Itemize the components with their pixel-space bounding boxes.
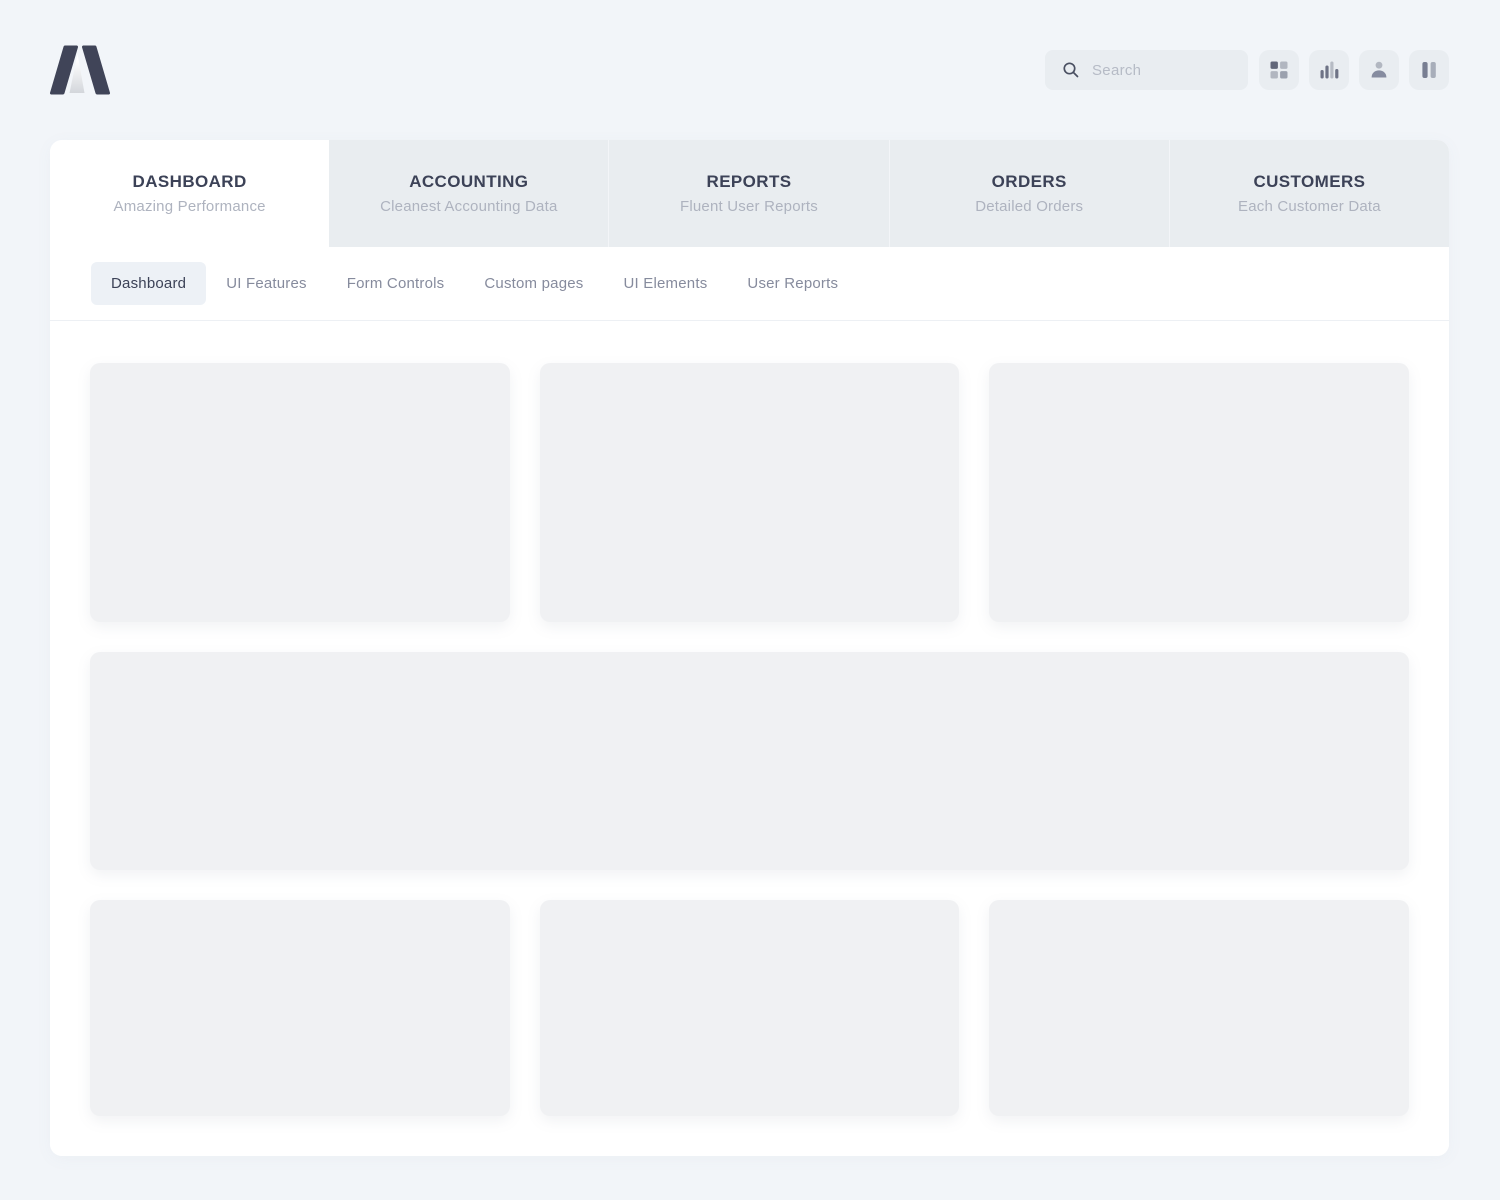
logo-m-icon — [50, 45, 110, 95]
bar-chart-icon — [1319, 60, 1339, 80]
card-row — [90, 652, 1409, 870]
placeholder-card — [90, 900, 510, 1116]
tab-subtitle: Amazing Performance — [114, 198, 266, 215]
user-icon — [1369, 60, 1389, 80]
subnav-item-ui-elements[interactable]: UI Elements — [604, 262, 728, 305]
tab-title: ACCOUNTING — [409, 172, 528, 192]
placeholder-card — [989, 900, 1409, 1116]
main-panel: DASHBOARD Amazing Performance ACCOUNTING… — [50, 140, 1449, 1156]
tab-reports[interactable]: REPORTS Fluent User Reports — [608, 140, 888, 247]
grid-icon — [1270, 61, 1288, 79]
bar-chart-button[interactable] — [1309, 50, 1349, 90]
search-box — [1045, 50, 1248, 90]
content-area — [50, 321, 1449, 1156]
tab-subtitle: Fluent User Reports — [680, 198, 818, 215]
tab-subtitle: Each Customer Data — [1238, 198, 1381, 215]
subnav-item-user-reports[interactable]: User Reports — [727, 262, 858, 305]
columns-icon — [1420, 60, 1438, 80]
grid-button[interactable] — [1259, 50, 1299, 90]
placeholder-card — [540, 900, 960, 1116]
user-button[interactable] — [1359, 50, 1399, 90]
subnav-item-custom-pages[interactable]: Custom pages — [464, 262, 603, 305]
app-logo[interactable] — [50, 45, 110, 95]
header-actions — [1045, 50, 1449, 90]
tab-title: REPORTS — [707, 172, 792, 192]
placeholder-card — [540, 363, 960, 622]
card-row — [90, 900, 1409, 1116]
search-icon — [1062, 61, 1080, 79]
tab-dashboard[interactable]: DASHBOARD Amazing Performance — [50, 140, 329, 247]
tab-title: DASHBOARD — [133, 172, 247, 192]
subnav-item-form-controls[interactable]: Form Controls — [327, 262, 465, 305]
placeholder-card — [989, 363, 1409, 622]
tab-title: ORDERS — [992, 172, 1067, 192]
placeholder-card-wide — [90, 652, 1409, 870]
header — [0, 0, 1500, 140]
subnav-item-ui-features[interactable]: UI Features — [206, 262, 327, 305]
card-row — [90, 363, 1409, 622]
sub-navigation: Dashboard UI Features Form Controls Cust… — [50, 247, 1449, 321]
tab-subtitle: Cleanest Accounting Data — [380, 198, 557, 215]
tab-accounting[interactable]: ACCOUNTING Cleanest Accounting Data — [329, 140, 608, 247]
tab-title: CUSTOMERS — [1253, 172, 1365, 192]
placeholder-card — [90, 363, 510, 622]
tab-customers[interactable]: CUSTOMERS Each Customer Data — [1169, 140, 1449, 247]
search-input[interactable] — [1092, 62, 1242, 79]
tab-bar: DASHBOARD Amazing Performance ACCOUNTING… — [50, 140, 1449, 247]
subnav-item-dashboard[interactable]: Dashboard — [91, 262, 206, 305]
columns-button[interactable] — [1409, 50, 1449, 90]
tab-subtitle: Detailed Orders — [975, 198, 1083, 215]
tab-orders[interactable]: ORDERS Detailed Orders — [889, 140, 1169, 247]
